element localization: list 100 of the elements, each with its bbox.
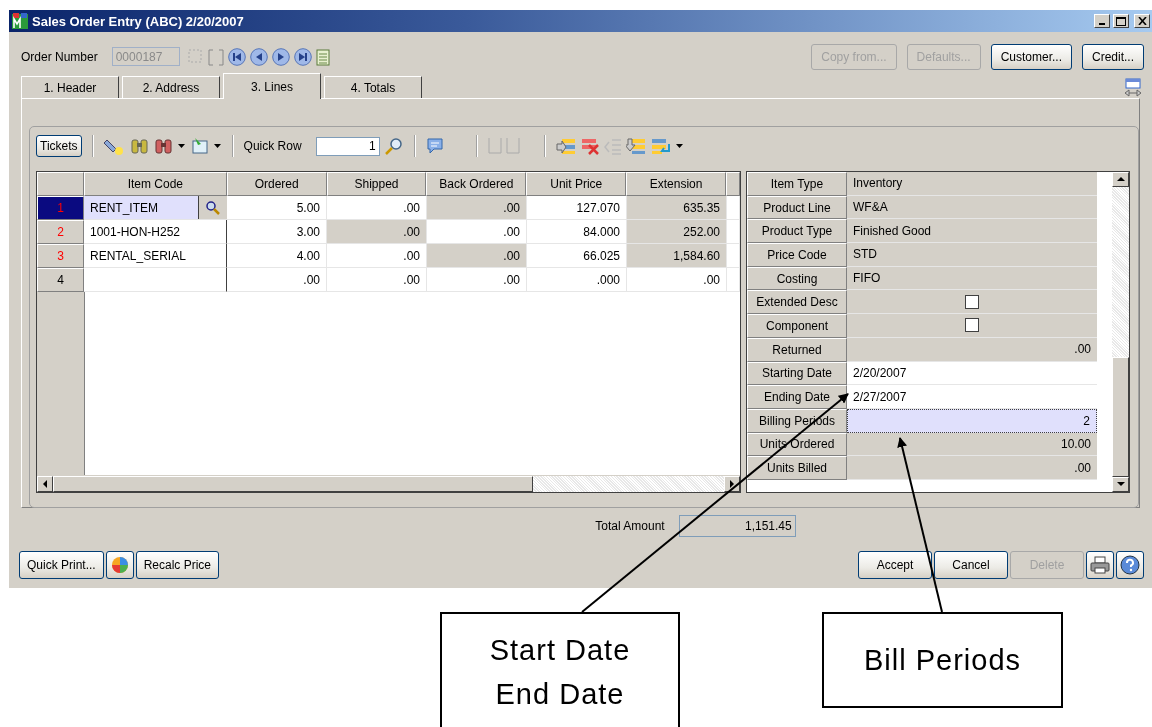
scroll-track[interactable]	[1112, 172, 1129, 492]
append-line-icon[interactable]	[625, 136, 646, 156]
callout-box: Bill Periods	[822, 612, 1063, 708]
item-code-cell[interactable]	[84, 268, 227, 292]
collapse-icon[interactable]	[1124, 78, 1142, 98]
property-label: Costing	[747, 266, 847, 291]
table-cell: .00	[427, 196, 527, 220]
minimize-button[interactable]	[1094, 14, 1110, 28]
tab[interactable]: 3. Lines	[223, 73, 321, 99]
property-label: Units Billed	[747, 456, 847, 480]
app-logo-icon[interactable]	[11, 12, 29, 30]
tab[interactable]: 4. Totals	[324, 76, 422, 98]
property-value[interactable]: 2	[847, 408, 1097, 433]
scroll-down-button[interactable]	[1112, 477, 1129, 492]
table-cell: 252.00	[627, 220, 727, 244]
column-header[interactable]: Ordered	[226, 172, 327, 196]
column-header[interactable]: Back Ordered	[426, 172, 527, 196]
table-cell	[727, 268, 740, 292]
table-cell: .00	[427, 244, 527, 268]
row-number: 4	[57, 273, 64, 287]
lookup-button[interactable]	[198, 196, 227, 219]
maximize-button[interactable]	[1113, 14, 1129, 28]
binoculars-icon[interactable]	[129, 136, 150, 156]
property-value: .00	[847, 337, 1097, 362]
property-value: Inventory	[847, 172, 1097, 196]
maximize-icon	[1116, 16, 1126, 26]
table-cell: .00	[327, 220, 427, 244]
item-code-cell[interactable]: RENT_ITEM	[84, 196, 227, 220]
item-code-cell[interactable]: 1001-HON-H252	[84, 220, 227, 244]
item-code-text: 1001-HON-H252	[90, 224, 181, 239]
column-header[interactable]: Shipped	[326, 172, 427, 196]
caret-icon	[1116, 176, 1125, 182]
table-cell: 4.00	[227, 244, 327, 268]
table-cell: .00	[227, 268, 327, 292]
column-header[interactable]: Extension	[626, 172, 726, 196]
property-label: Component	[747, 314, 847, 338]
scroll-thumb[interactable]	[1112, 356, 1129, 478]
scroll-up-button[interactable]	[1112, 172, 1129, 187]
item-code-text: RENTAL_SERIAL	[90, 248, 186, 263]
checkbox[interactable]	[965, 294, 979, 309]
total-amount-field: 1,151.45	[678, 515, 796, 537]
printer-icon	[1090, 556, 1110, 574]
column-header[interactable]: Unit Price	[526, 172, 627, 196]
delete-line-icon[interactable]	[579, 136, 600, 156]
print-button[interactable]	[1086, 551, 1114, 579]
table-cell: .00	[627, 268, 727, 292]
row-number: 3	[57, 249, 64, 263]
window-title: Sales Order Entry (ABC) 2/20/2007	[32, 13, 245, 29]
property-label: Ending Date	[747, 385, 847, 409]
table-cell: 5.00	[227, 196, 327, 220]
action-button[interactable]: Recalc Price	[135, 551, 220, 579]
row-header[interactable]: 4	[37, 268, 84, 292]
table-cell	[727, 196, 740, 220]
row-header[interactable]: 1	[37, 196, 84, 220]
first-record-icon[interactable]	[227, 47, 246, 66]
toolbar-button[interactable]: Customer...	[990, 43, 1072, 70]
quick-row-field[interactable]: 1	[315, 136, 380, 156]
next-record-icon[interactable]	[271, 47, 290, 66]
table-cell: .00	[427, 268, 527, 292]
quick-row-label: Quick Row	[243, 139, 302, 153]
scroll-thumb[interactable]	[53, 476, 533, 492]
action-button[interactable]: Cancel	[934, 551, 1008, 579]
property-label: Extended Desc	[747, 290, 847, 315]
color-wheel-button[interactable]	[105, 551, 134, 579]
magnifier-icon[interactable]	[205, 199, 221, 216]
row-number: 1	[57, 201, 64, 215]
checkbox[interactable]	[965, 318, 979, 333]
order-number-label: Order Number	[21, 49, 98, 64]
scroll-left-button[interactable]	[37, 476, 53, 492]
binoculars-icon[interactable]	[153, 136, 174, 156]
property-value: FIFO	[847, 266, 1097, 291]
previous-record-icon[interactable]	[249, 47, 268, 66]
item-code-text: RENT_ITEM	[90, 200, 158, 215]
action-button[interactable]: Accept	[858, 551, 932, 579]
caret-icon	[42, 480, 48, 488]
close-button[interactable]	[1134, 14, 1150, 28]
last-record-icon[interactable]	[293, 47, 312, 66]
toolbar-button[interactable]: Credit...	[1082, 43, 1144, 70]
color-wheel-icon	[110, 556, 129, 574]
search-icon[interactable]	[383, 136, 404, 156]
speech-bubble-icon[interactable]	[425, 136, 444, 156]
property-label: Returned	[747, 337, 847, 362]
tab[interactable]: 1. Header	[21, 76, 119, 98]
insert-line-icon[interactable]	[555, 136, 576, 156]
tab[interactable]: 2. Address	[122, 76, 220, 98]
help-icon	[1120, 555, 1140, 575]
item-code-cell[interactable]: RENTAL_SERIAL	[84, 244, 227, 268]
property-label: Item Type	[747, 172, 847, 196]
column-header[interactable]: Item Code	[83, 172, 227, 196]
action-button[interactable]: Quick Print...	[19, 551, 104, 579]
property-label: Product Type	[747, 219, 847, 244]
tickets-button[interactable]: Tickets	[36, 135, 82, 157]
caret-icon[interactable]	[177, 143, 186, 149]
caret-icon[interactable]	[675, 143, 684, 149]
table-cell: .000	[527, 268, 627, 292]
caret-icon	[1116, 482, 1125, 488]
callout-box: Start Date End Date	[440, 612, 680, 727]
caret-icon[interactable]	[213, 143, 222, 149]
close-icon	[1137, 17, 1147, 25]
help-button[interactable]	[1116, 551, 1144, 579]
